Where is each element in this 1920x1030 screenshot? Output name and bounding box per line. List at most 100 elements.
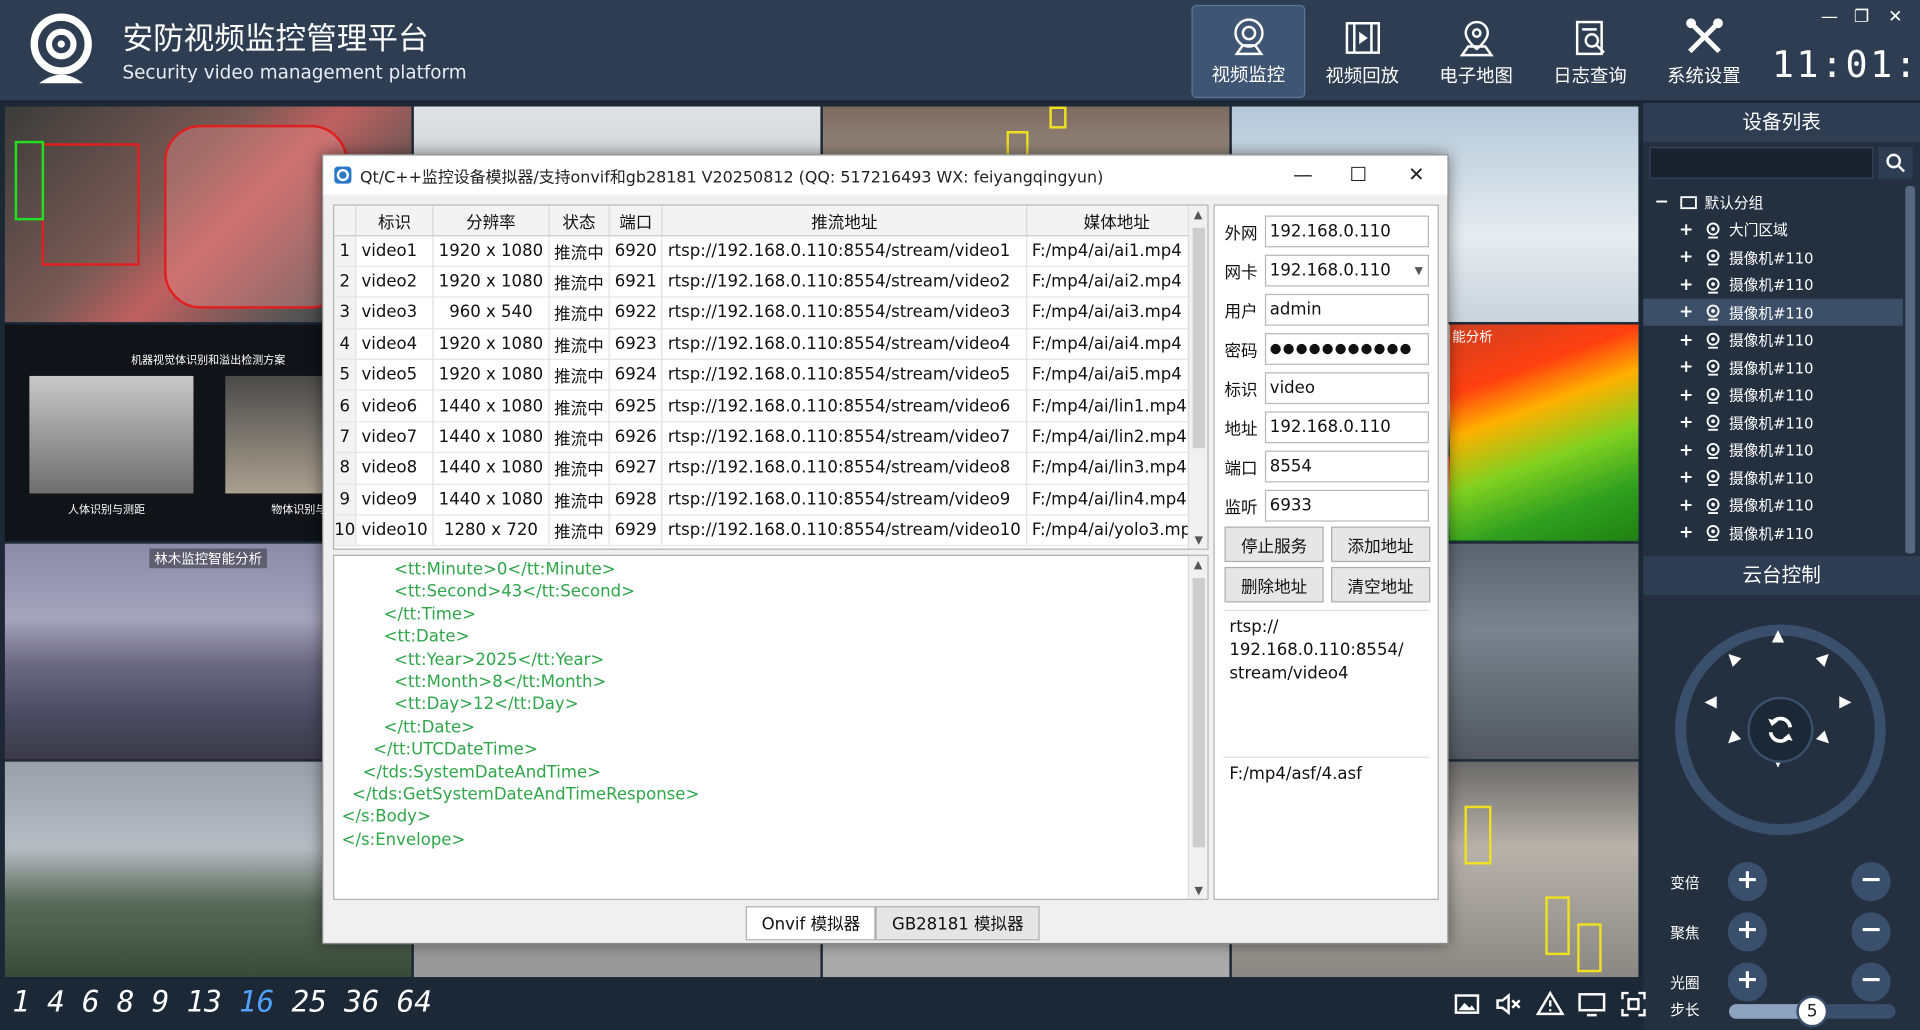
step-slider-knob[interactable]: 5 [1796,995,1829,1028]
monitor-icon[interactable] [1577,989,1606,1018]
nav-video-monitor[interactable]: 视频监控 [1191,4,1306,98]
table-row[interactable]: 1 video1 1920 x 1080 推流中 6920 rtsp://192.168.… [334,235,1208,267]
media-address-textarea[interactable]: F:/mp4/asf/4.asf [1223,756,1429,892]
device-tree-item[interactable]: + 摄像机#110 [1643,298,1903,326]
ptz-left-icon[interactable]: ◀ [1705,693,1717,711]
table-scroll-thumb[interactable] [1192,227,1205,449]
expand-icon[interactable]: + [1678,275,1695,295]
nav-system-settings[interactable]: 系统设置 [1647,5,1761,98]
expand-icon[interactable]: + [1678,358,1695,378]
stop-service-button[interactable]: 停止服务 [1224,526,1324,563]
table-row[interactable]: 5 video5 1920 x 1080 推流中 6924 rtsp://192.168.… [334,359,1208,392]
rtsp-address-textarea[interactable]: rtsp:// 192.168.0.110:8554/ stream/video… [1223,609,1429,751]
table-row[interactable]: 6 video6 1440 x 1080 推流中 6925 rtsp://192.168.… [334,390,1208,423]
column-header[interactable]: 端口 [609,205,663,236]
expand-icon[interactable]: + [1678,302,1695,322]
device-search-input[interactable] [1649,146,1874,179]
snapshot-icon[interactable] [1452,989,1481,1018]
log-scroll-thumb[interactable] [1192,577,1205,848]
protocol-log[interactable]: <tt:Minute>0</tt:Minute> <tt:Second>43</… [333,554,1209,901]
device-tree-item[interactable]: + 大门区域 [1643,216,1903,243]
table-row[interactable]: 2 video2 1920 x 1080 推流中 6921 rtsp://192.168.… [334,266,1208,298]
expand-icon[interactable]: + [1678,247,1695,267]
expand-icon[interactable]: + [1678,220,1695,240]
table-row[interactable]: 10 video10 1280 x 720 推流中 6929 rtsp://192.168… [334,514,1208,547]
column-header[interactable]: 状态 [548,205,610,236]
table-row[interactable]: 9 video9 1440 x 1080 推流中 6928 rtsp://192.168.… [334,483,1208,516]
zoom-out-button[interactable]: − [1851,862,1891,902]
layout-option[interactable]: 64 [397,984,432,1018]
layout-option[interactable]: 4 [47,984,65,1018]
device-tree-item[interactable]: + 摄像机#110 [1643,519,1903,546]
device-tree-item[interactable]: + 摄像机#110 [1643,326,1903,353]
expand-icon[interactable]: + [1678,523,1695,543]
search-button[interactable] [1878,146,1913,179]
device-tree-item[interactable]: + 摄像机#110 [1643,354,1903,381]
layout-option[interactable]: 36 [344,984,379,1018]
device-tree-item[interactable]: + 摄像机#110 [1643,381,1903,408]
layout-option[interactable]: 8 [117,984,135,1018]
alarm-icon[interactable] [1535,989,1565,1018]
column-header[interactable]: 推流地址 [662,205,1027,236]
device-tree-item[interactable]: + 摄像机#110 [1643,464,1903,491]
ptz-right-icon[interactable]: ▶ [1839,693,1851,711]
id-input[interactable]: video [1264,372,1429,405]
nic-select[interactable]: 192.168.0.110 [1264,254,1429,287]
nav-log-query[interactable]: 日志查询 [1533,5,1647,98]
add-address-button[interactable]: 添加地址 [1331,526,1431,563]
expand-icon[interactable]: + [1678,495,1695,515]
device-tree-item[interactable]: + 摄像机#110 [1643,271,1903,298]
minimize-icon[interactable]: — [1821,7,1838,27]
layout-option[interactable]: 1 [12,984,30,1018]
table-row[interactable]: 4 video4 1920 x 1080 推流中 6923 rtsp://192.168.… [334,328,1208,361]
address-input[interactable]: 192.168.0.110 [1264,411,1429,444]
column-header[interactable]: 分辨率 [433,205,550,236]
expand-icon[interactable]: + [1678,468,1695,488]
expand-icon[interactable]: + [1678,413,1695,433]
nav-video-playback[interactable]: 视频回放 [1305,5,1419,98]
tab-gb28181[interactable]: GB28181 模拟器 [876,906,1040,941]
delete-address-button[interactable]: 删除地址 [1224,566,1324,603]
expand-icon[interactable]: + [1678,330,1695,350]
table-row[interactable]: 7 video7 1440 x 1080 推流中 6926 rtsp://192.168.… [334,421,1208,454]
device-tree-item[interactable]: + 摄像机#110 [1643,492,1903,519]
clear-address-button[interactable]: 清空地址 [1331,566,1431,603]
layout-option[interactable]: 13 [186,984,221,1018]
table-scrollbar[interactable]: ▲ ▼ [1187,205,1208,549]
port-input[interactable]: 8554 [1264,450,1429,483]
device-tree-item[interactable]: + 摄像机#110 [1643,437,1903,464]
device-tree-scrollbar[interactable] [1905,186,1916,554]
layout-option[interactable]: 16 [239,984,274,1018]
ptz-reset-button[interactable] [1747,696,1814,763]
table-row[interactable]: 8 video8 1440 x 1080 推流中 6927 rtsp://192.168.… [334,452,1208,485]
close-icon[interactable]: ✕ [1888,7,1902,27]
wan-input[interactable]: 192.168.0.110 [1264,215,1429,248]
log-scrollbar[interactable]: ▲ ▼ [1187,555,1208,899]
tab-onvif[interactable]: Onvif 模拟器 [745,906,877,941]
scroll-down-icon[interactable]: ▼ [1189,531,1207,548]
expand-icon[interactable]: + [1678,440,1695,460]
device-tree-item[interactable]: + 摄像机#110 [1643,244,1903,271]
zoom-in-button[interactable]: + [1727,862,1767,902]
scroll-down-icon[interactable]: ▼ [1189,882,1207,899]
layout-option[interactable]: 6 [82,984,100,1018]
column-header[interactable]: 媒体地址 [1026,205,1208,236]
listen-input[interactable]: 6933 [1264,489,1429,522]
nav-emap[interactable]: 电子地图 [1419,5,1533,98]
focus-out-button[interactable]: − [1851,912,1891,952]
dialog-close-icon[interactable]: ✕ [1408,163,1424,186]
fullscreen-icon[interactable] [1619,989,1648,1018]
restore-icon[interactable]: ❐ [1854,7,1869,27]
table-row[interactable]: 3 video3 960 x 540 推流中 6922 rtsp://192.168.0.… [334,297,1208,329]
step-slider[interactable]: 5 [1728,995,1896,1028]
expand-icon[interactable]: + [1678,385,1695,405]
column-header[interactable]: 标识 [355,205,434,236]
dialog-minimize-icon[interactable]: — [1293,163,1313,186]
scroll-up-icon[interactable]: ▲ [1189,206,1207,226]
scroll-up-icon[interactable]: ▲ [1189,556,1207,576]
device-tree-item[interactable]: − 默认分组 [1643,189,1903,216]
layout-option[interactable]: 9 [152,984,170,1018]
ptz-up-icon[interactable]: ▲ [1772,627,1784,645]
dialog-maximize-icon[interactable]: ☐ [1349,163,1367,186]
collapse-icon[interactable]: − [1653,192,1670,212]
